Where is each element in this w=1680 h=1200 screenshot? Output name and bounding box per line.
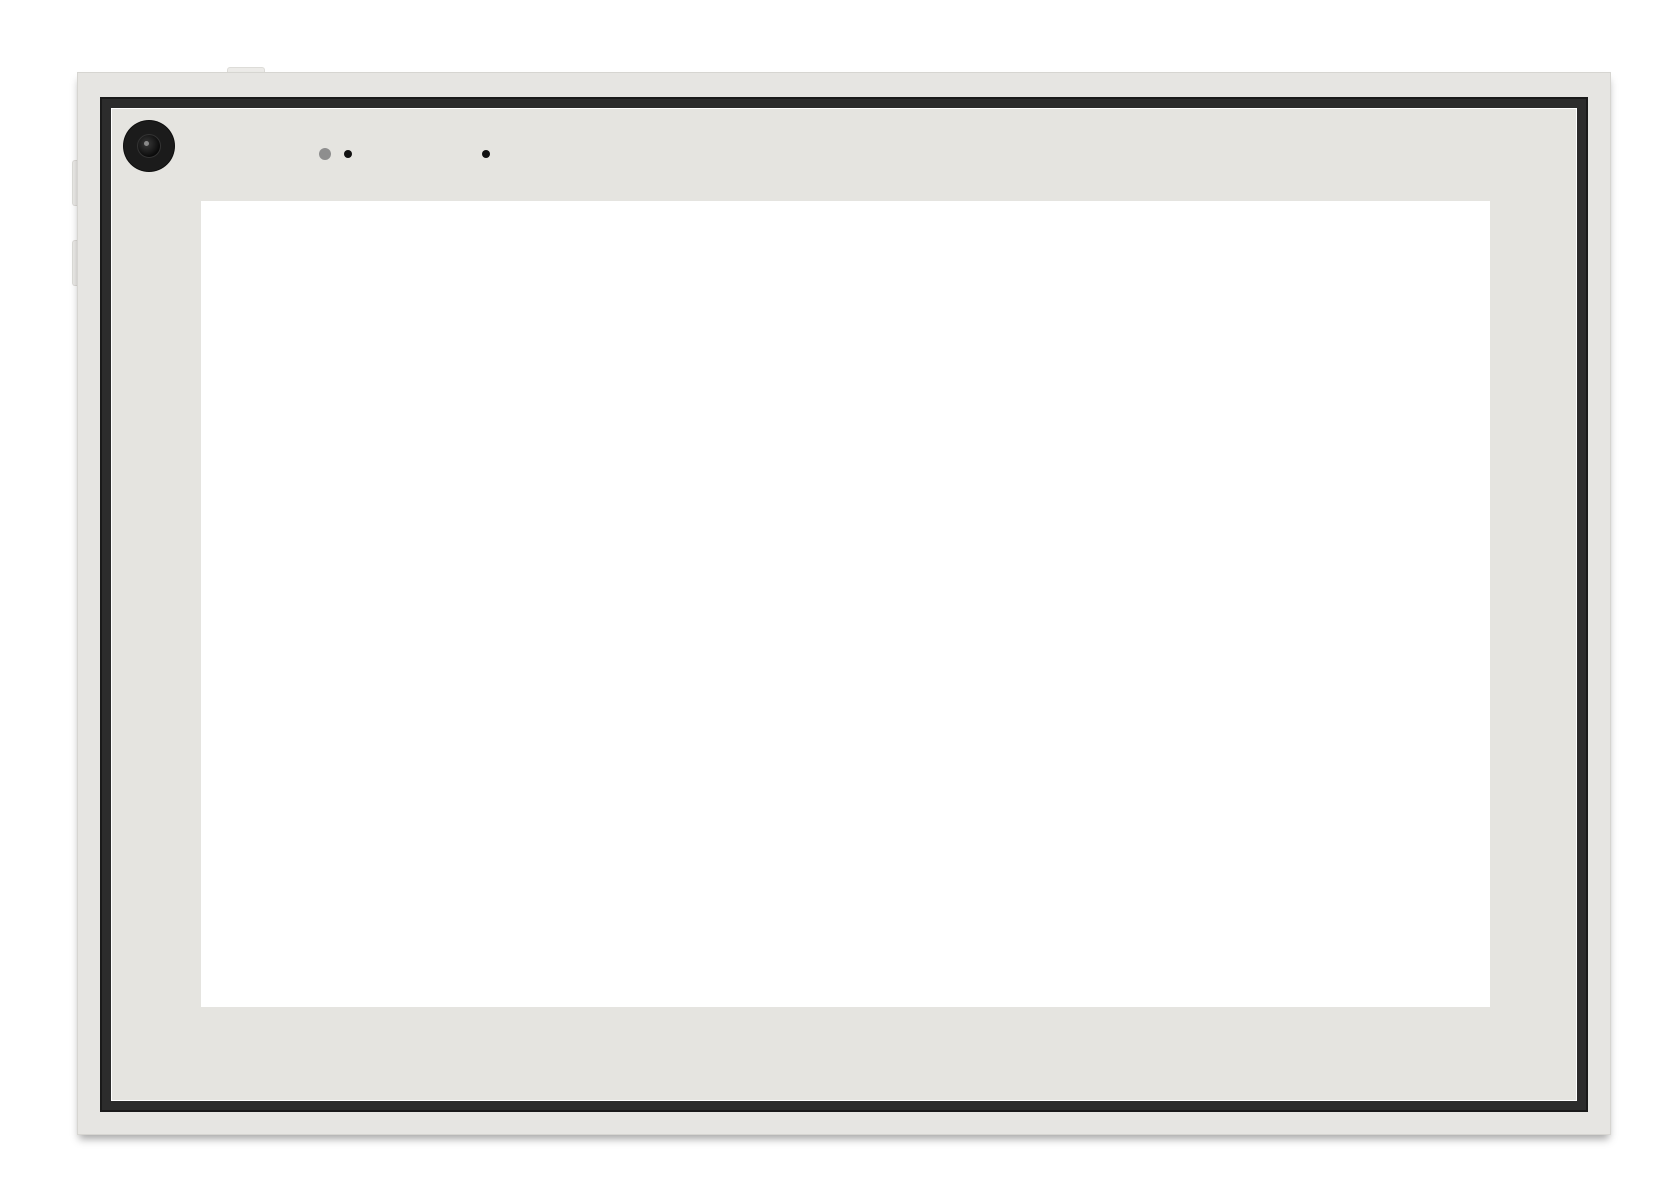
- camera-icon: [124, 121, 174, 171]
- camera-lens-icon: [137, 134, 161, 158]
- stage: [0, 0, 1680, 1200]
- display-screen[interactable]: [201, 201, 1490, 1007]
- microphone-icon: [482, 150, 490, 158]
- lens-glint: [144, 141, 149, 146]
- ambient-light-sensor-icon: [319, 148, 331, 160]
- proximity-sensor-icon: [344, 150, 352, 158]
